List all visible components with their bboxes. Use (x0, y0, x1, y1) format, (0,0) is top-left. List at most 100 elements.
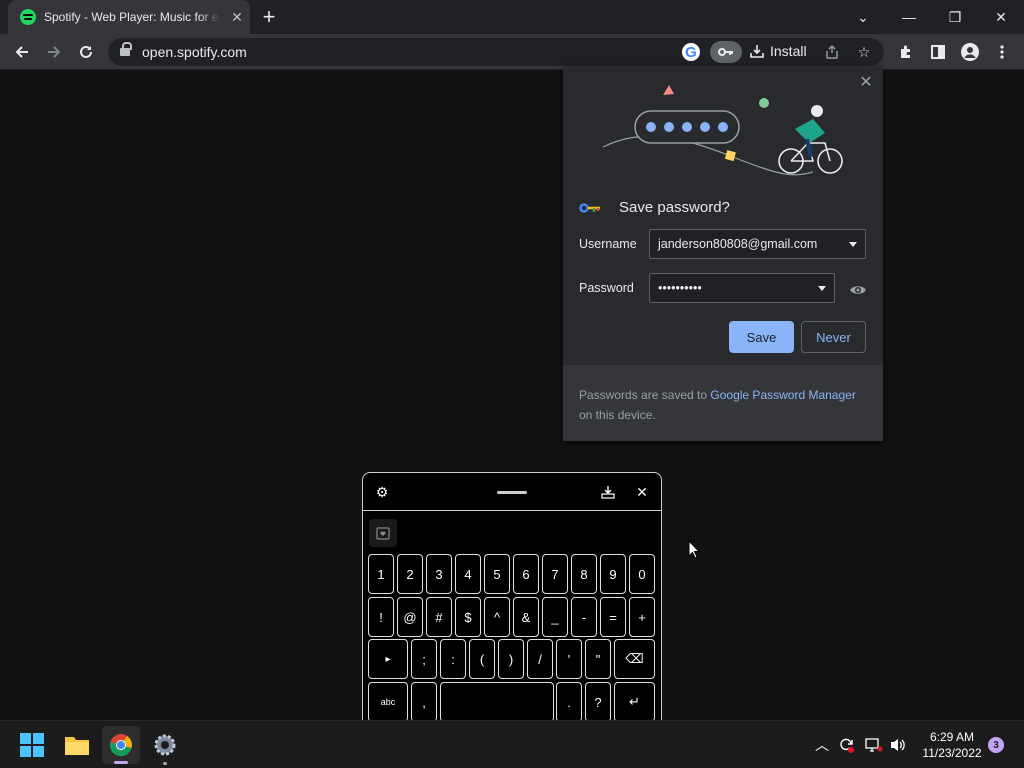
key[interactable]: 0 (629, 554, 655, 594)
key[interactable]: 3 (426, 554, 452, 594)
key[interactable]: ^ (484, 597, 510, 637)
key[interactable]: " (585, 639, 611, 679)
dialog-footer: Passwords are saved to Google Password M… (563, 365, 883, 441)
key[interactable]: ! (368, 597, 394, 637)
key[interactable]: # (426, 597, 452, 637)
tab-close-button[interactable]: ✕ (228, 8, 246, 26)
key[interactable]: & (513, 597, 539, 637)
password-field[interactable]: •••••••••• (649, 273, 835, 303)
password-manager-link[interactable]: Google Password Manager (710, 388, 855, 402)
install-app-button[interactable]: Install (750, 43, 807, 59)
reload-button[interactable] (72, 38, 100, 66)
abc-key[interactable]: abc (368, 682, 408, 722)
key[interactable]: 1 (368, 554, 394, 594)
forward-arrow-icon (48, 46, 61, 58)
dropdown-arrow-icon (849, 242, 857, 247)
keyboard-drag-handle[interactable] (497, 491, 527, 494)
key[interactable]: - (571, 597, 597, 637)
password-key-icon[interactable] (710, 41, 742, 63)
chevron-up-icon[interactable]: ︿ (812, 735, 832, 755)
key[interactable]: ( (469, 639, 495, 679)
chrome-icon[interactable] (102, 726, 140, 764)
save-password-dialog: ✕ Save password? Username janderson80808… (563, 67, 883, 441)
extensions-icon[interactable] (892, 38, 920, 66)
password-value: •••••••••• (658, 281, 702, 295)
clock[interactable]: 6:29 AM 11/23/2022 (910, 729, 994, 761)
profile-avatar-icon[interactable] (956, 38, 984, 66)
dock-keyboard-icon[interactable] (599, 483, 617, 501)
key[interactable]: ? (585, 682, 611, 722)
space-key[interactable] (440, 682, 554, 722)
share-icon[interactable] (822, 42, 842, 62)
key[interactable]: _ (542, 597, 568, 637)
bookmark-star-icon[interactable]: ☆ (854, 42, 874, 62)
key[interactable]: ' (556, 639, 582, 679)
notification-badge[interactable]: 3 (988, 737, 1004, 753)
close-icon[interactable]: ✕ (857, 73, 875, 91)
key[interactable]: 8 (571, 554, 597, 594)
key[interactable]: . (556, 682, 582, 722)
address-bar[interactable]: open.spotify.com G Install ☆ (108, 38, 884, 66)
key[interactable]: + (629, 597, 655, 637)
password-illustration (602, 85, 843, 176)
save-button[interactable]: Save (729, 321, 794, 353)
clock-time: 6:29 AM (929, 730, 975, 744)
side-panel-icon[interactable] (924, 38, 952, 66)
settings-gear-icon[interactable] (146, 726, 184, 765)
install-icon (750, 45, 764, 58)
windows-taskbar: ︿ 6:29 AM 11/23/2022 3 (0, 720, 1024, 768)
backspace-key[interactable]: ⌫ (614, 639, 655, 679)
reload-icon (80, 45, 92, 58)
username-value: janderson80808@gmail.com (658, 237, 818, 251)
spotify-icon (20, 9, 36, 25)
touch-keyboard: ⚙ ✕ 1 2 3 4 5 6 7 8 9 0 ! @ # $ ^ & _ - … (362, 472, 662, 728)
key[interactable]: : (440, 639, 466, 679)
sync-alert-icon[interactable] (836, 735, 856, 755)
tab-search-button[interactable]: ⌄ (840, 0, 886, 34)
network-icon[interactable] (864, 735, 884, 755)
key[interactable]: 9 (600, 554, 626, 594)
menu-kebab-icon[interactable] (988, 38, 1016, 66)
key[interactable]: 7 (542, 554, 568, 594)
key[interactable]: ) (498, 639, 524, 679)
lock-icon[interactable] (120, 42, 132, 57)
forward-button[interactable] (40, 38, 68, 66)
key[interactable]: ; (411, 639, 437, 679)
footer-prefix: Passwords are saved to (579, 388, 711, 402)
key[interactable]: , (411, 682, 437, 722)
running-app-indicator (163, 762, 167, 765)
key[interactable]: 6 (513, 554, 539, 594)
install-label: Install (770, 43, 807, 59)
keyboard-settings-gear-icon[interactable]: ⚙ (373, 483, 391, 501)
close-window-button[interactable]: ✕ (978, 0, 1024, 34)
volume-icon[interactable] (888, 735, 908, 755)
back-button[interactable] (8, 38, 36, 66)
minimize-button[interactable]: — (886, 0, 932, 34)
key[interactable]: 5 (484, 554, 510, 594)
password-label: Password (579, 281, 634, 295)
key[interactable]: 2 (397, 554, 423, 594)
key[interactable]: 4 (455, 554, 481, 594)
tab-key[interactable]: ▸ (368, 639, 408, 679)
key[interactable]: @ (397, 597, 423, 637)
url-text[interactable]: open.spotify.com (142, 44, 247, 60)
new-tab-button[interactable]: + (258, 6, 280, 28)
google-lens-icon[interactable]: G (682, 43, 700, 61)
never-button[interactable]: Never (801, 321, 866, 353)
active-app-indicator (114, 761, 128, 764)
file-explorer-icon[interactable] (58, 726, 96, 764)
key[interactable]: / (527, 639, 553, 679)
browser-tab[interactable]: Spotify - Web Player: Music for e ✕ (8, 0, 250, 34)
dialog-header: Save password? (579, 199, 730, 216)
footer-suffix: on this device. (579, 408, 656, 422)
clipboard-heart-icon[interactable] (369, 519, 397, 547)
restore-button[interactable]: ❐ (932, 0, 978, 34)
tab-strip: Spotify - Web Player: Music for e ✕ + ⌄ … (0, 0, 1024, 34)
username-field[interactable]: janderson80808@gmail.com (649, 229, 866, 259)
key[interactable]: = (600, 597, 626, 637)
close-keyboard-icon[interactable]: ✕ (633, 483, 651, 501)
windows-start-icon[interactable] (13, 726, 51, 764)
show-password-eye-icon[interactable] (849, 281, 867, 299)
enter-key[interactable]: ↵ (614, 682, 655, 722)
key[interactable]: $ (455, 597, 481, 637)
